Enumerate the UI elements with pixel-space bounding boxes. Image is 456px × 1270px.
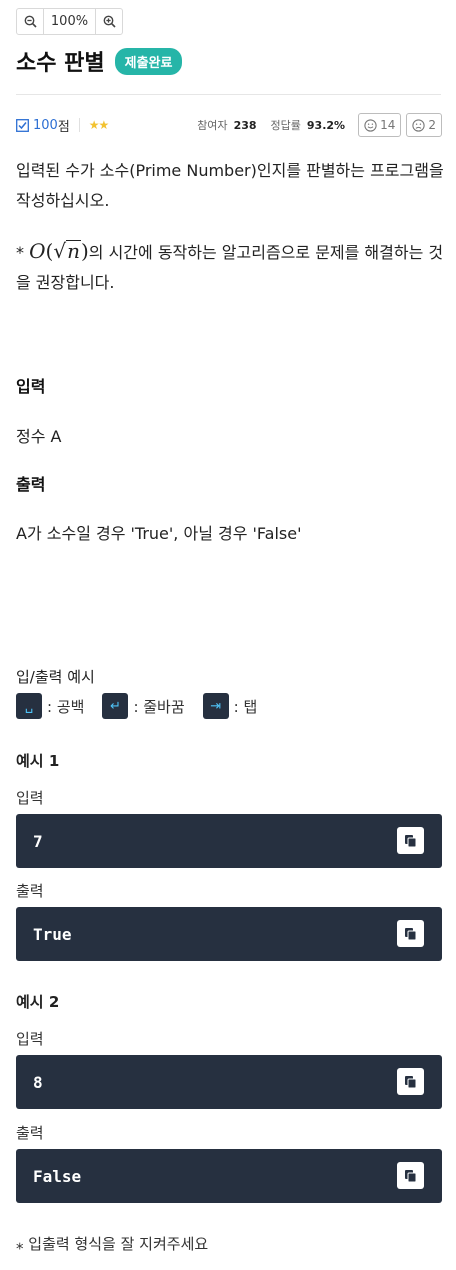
zoom-in-button[interactable] <box>96 9 122 34</box>
example-input-value: 8 <box>33 1072 43 1092</box>
input-section-text: 정수 A <box>16 427 62 446</box>
io-examples-heading: 입/출력 예시 <box>16 668 95 686</box>
like-count: 14 <box>380 118 396 132</box>
copy-icon <box>405 834 417 847</box>
dislike-count: 2 <box>428 118 436 132</box>
checkbox-icon <box>16 118 29 132</box>
like-button[interactable]: 14 <box>358 113 402 137</box>
problem-description: 입력된 수가 소수(Prime Number)인지를 판별하는 프로그램을 작성… <box>16 161 444 210</box>
score-unit: 점 <box>57 119 70 135</box>
accuracy-label: 정답률 <box>270 119 301 132</box>
output-section-text: A가 소수일 경우 'True', 아닐 경우 'False' <box>16 524 302 543</box>
score: 100 점 <box>16 116 70 135</box>
problem-meta: 100 점 ★★ 참여자 238 정답률 93.2% 14 2 <box>16 112 442 138</box>
math-n: n <box>67 239 80 263</box>
example-title: 예시 1 <box>16 752 60 770</box>
title-row: 소수 판별 제출완료 <box>16 44 183 78</box>
divider <box>16 94 441 95</box>
tab-symbol-icon: ⇥ <box>202 693 229 719</box>
example-output-box: True <box>16 907 442 961</box>
participants-label: 참여자 <box>197 119 228 132</box>
example-input-label: 입력 <box>16 789 44 807</box>
example-input-label: 입력 <box>16 1030 44 1048</box>
example-output-value: True <box>33 924 72 944</box>
score-value: 100 <box>33 117 58 133</box>
zoom-out-button[interactable] <box>17 9 43 34</box>
example-input-value: 7 <box>33 831 43 851</box>
example-input-box: 7 <box>16 814 442 868</box>
copy-icon <box>405 1075 417 1088</box>
copy-icon <box>405 927 417 940</box>
example-output-label: 출력 <box>16 1124 44 1142</box>
legend-tab: ⇥ : 탭 <box>202 693 257 719</box>
page-title: 소수 판별 <box>16 51 105 76</box>
copy-button[interactable] <box>397 1068 424 1095</box>
accuracy-value: 93.2% <box>306 118 346 132</box>
example-output-box: False <box>16 1149 442 1203</box>
copy-button[interactable] <box>397 1162 424 1189</box>
participants-value: 238 <box>233 118 257 132</box>
difficulty-stars: ★★ <box>88 118 109 132</box>
example-title: 예시 2 <box>16 993 60 1011</box>
legend-newline: ↵ : 줄바꿈 <box>102 693 185 719</box>
separator <box>78 118 80 132</box>
legend-space: ␣ : 공백 <box>16 693 84 719</box>
frown-icon <box>412 118 426 132</box>
status-badge: 제출완료 <box>114 47 183 75</box>
example-output-label: 출력 <box>16 882 44 900</box>
example-output-value: False <box>33 1166 82 1186</box>
copy-button[interactable] <box>397 920 424 947</box>
space-symbol-icon: ␣ <box>16 693 42 719</box>
input-section-title: 입력 <box>16 377 46 396</box>
smile-icon <box>364 118 377 132</box>
zoom-in-icon <box>103 15 116 28</box>
problem-stats: 참여자 238 정답률 93.2% 14 2 <box>197 113 442 137</box>
complexity-note: * O(√n)의 시간에 동작하는 알고리즘으로 문제를 해결하는 것을 권장합… <box>16 239 444 292</box>
dislike-button[interactable]: 2 <box>406 113 442 137</box>
format-note: ⁎ 입출력 형식을 잘 지켜주세요 <box>16 1235 209 1253</box>
zoom-toolbar: 100% <box>16 8 123 35</box>
newline-symbol-icon: ↵ <box>102 693 129 719</box>
whitespace-legend: ␣ : 공백 ↵ : 줄바꿈 ⇥ : 탭 <box>16 693 275 719</box>
zoom-out-icon <box>24 15 37 28</box>
example-input-box: 8 <box>16 1055 442 1109</box>
output-section-title: 출력 <box>16 475 46 494</box>
copy-button[interactable] <box>397 827 424 854</box>
copy-icon <box>405 1169 417 1182</box>
math-o: O <box>29 239 46 263</box>
zoom-level: 100% <box>43 9 96 34</box>
